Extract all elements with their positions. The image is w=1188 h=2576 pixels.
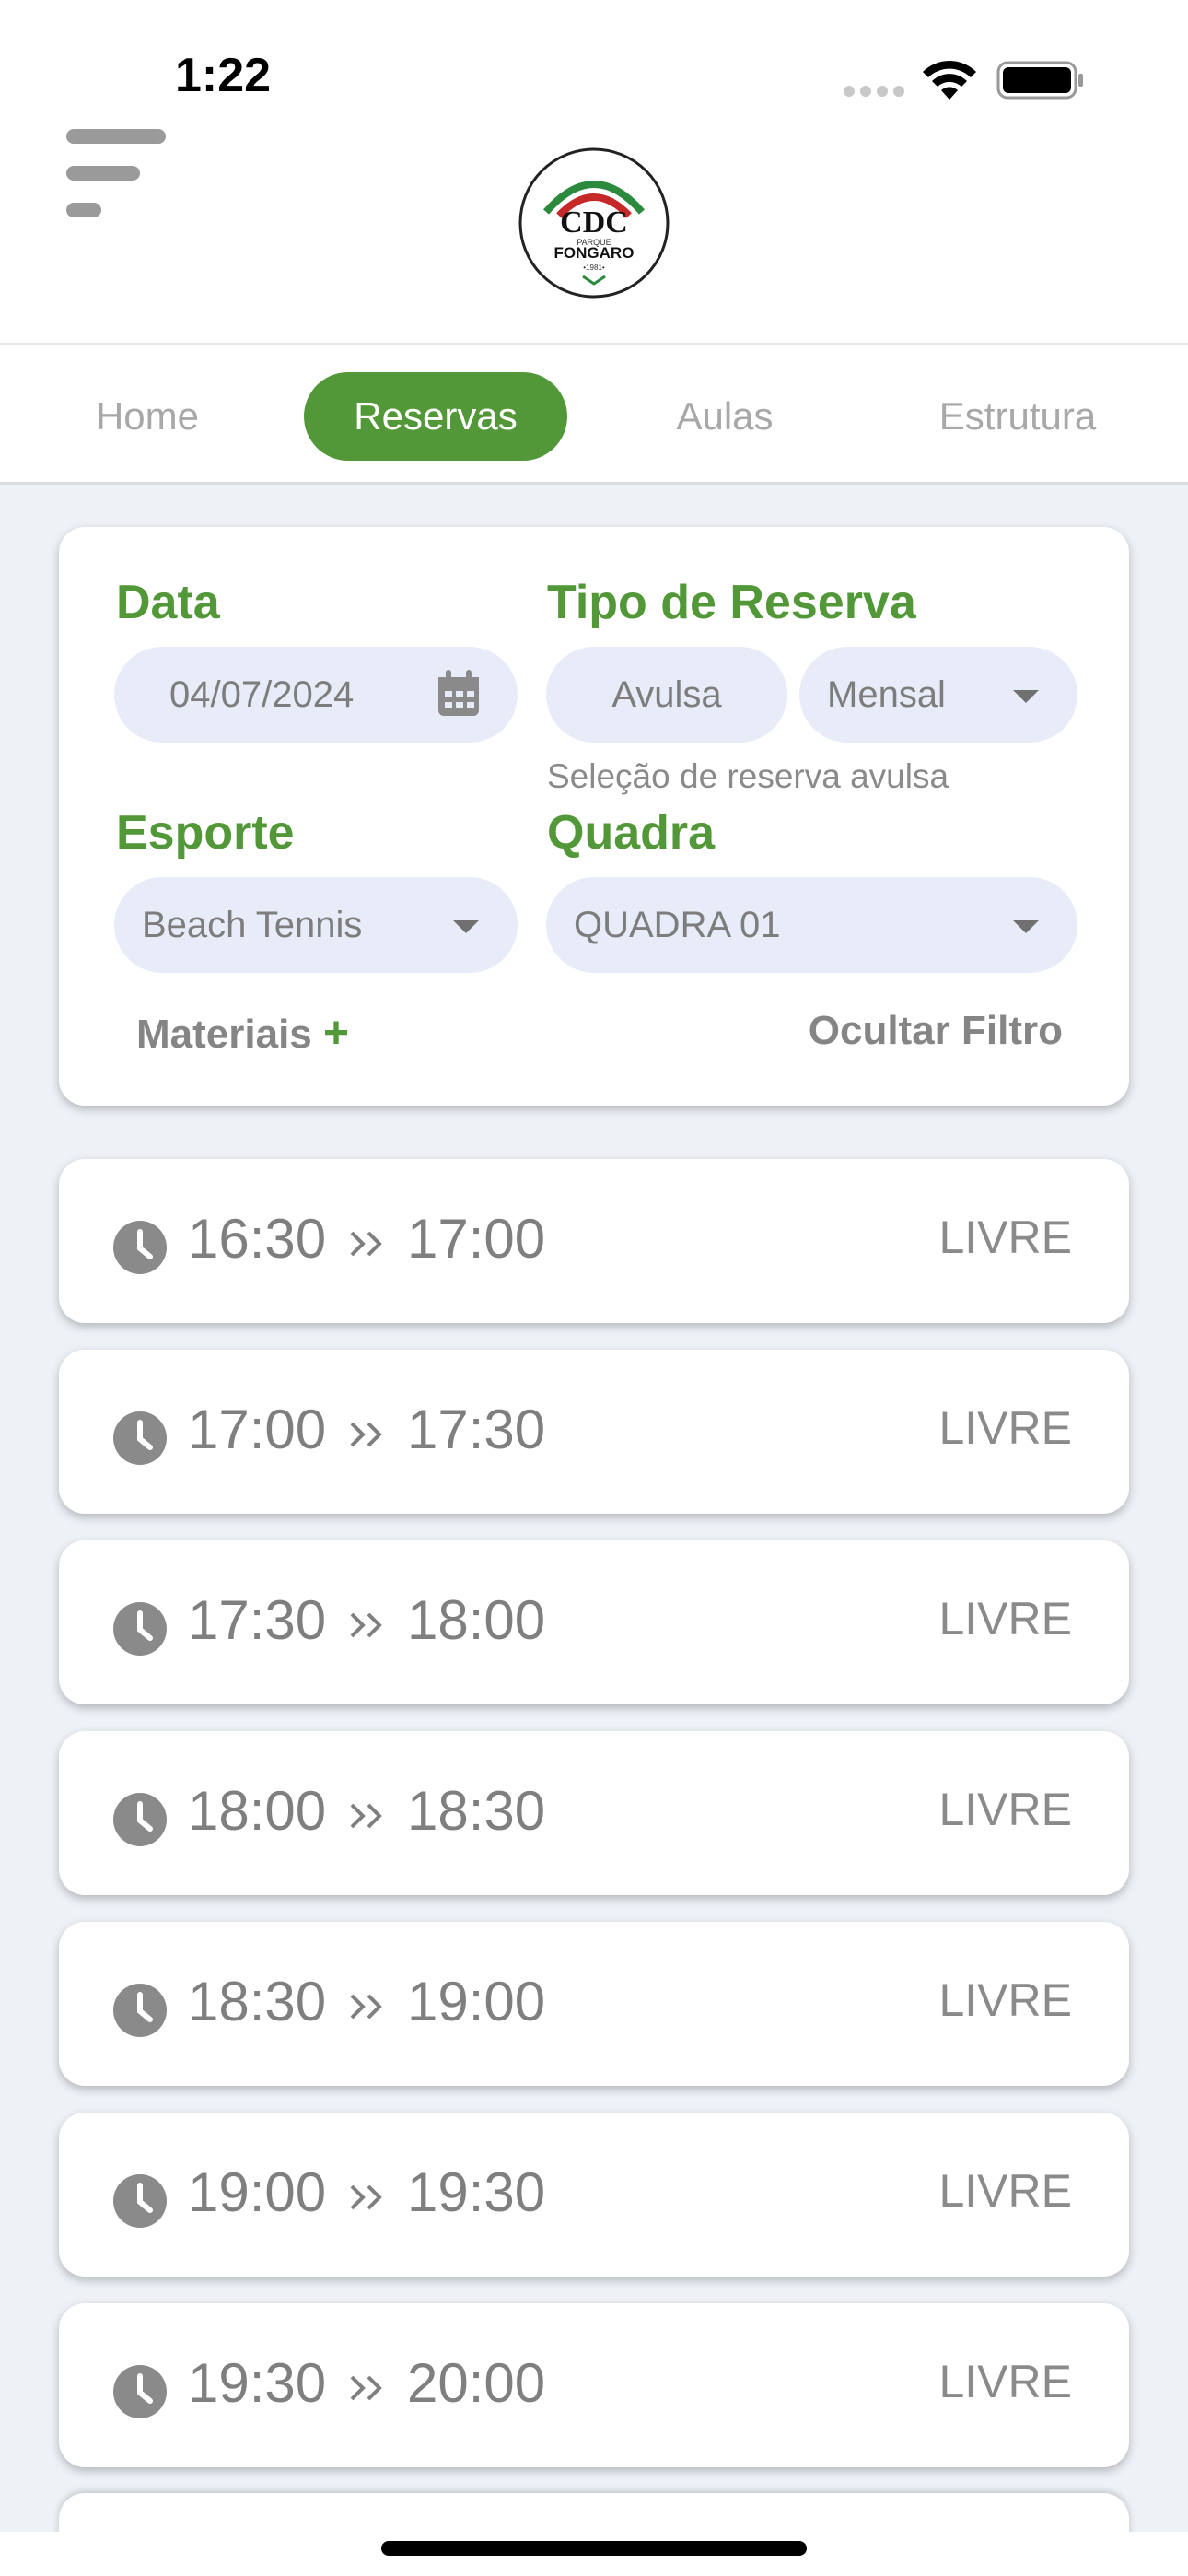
double-chevron-right-icon [350,1803,382,1829]
plus-icon: + [323,1009,350,1058]
date-label: Data [116,576,220,629]
court-value: QUADRA 01 [574,904,781,945]
date-value: 04/07/2024 [169,673,355,715]
slot-end-time: 19:30 [407,2161,546,2223]
clock-icon [113,1984,167,2037]
time-slot-card[interactable]: 17:00 17:30 LIVRE [59,1350,1129,1514]
slot-start-time: 17:00 [188,1399,327,1460]
type-avulsa-button[interactable]: Avulsa [546,647,787,743]
materials-button[interactable]: Materiais + [136,1008,349,1059]
slot-status: LIVRE [938,2165,1072,2217]
type-mensal-select[interactable]: Mensal [799,647,1077,743]
slot-start-time: 18:00 [188,1780,327,1842]
slot-status: LIVRE [938,1402,1072,1454]
slot-end-time: 20:00 [407,2352,546,2414]
calendar-icon [438,670,479,716]
hide-filter-button[interactable]: Ocultar Filtro [809,1008,1063,1054]
slot-start-time: 17:30 [188,1589,327,1651]
tab-home[interactable]: Home [64,372,230,461]
court-select[interactable]: QUADRA 01 [546,877,1077,973]
slot-status: LIVRE [938,2356,1072,2407]
tab-bar: Home Reservas Aulas Estrutura [0,345,1188,485]
clock-icon [113,1221,167,1274]
double-chevron-right-icon [350,1231,382,1257]
slot-end-time: 18:30 [407,1780,546,1842]
tab-reservas[interactable]: Reservas [304,372,567,461]
double-chevron-right-icon [350,1612,382,1638]
status-bar: 1:22 [0,0,1188,138]
double-chevron-right-icon [350,2184,382,2210]
clock-icon [113,1793,167,1846]
date-picker[interactable]: 04/07/2024 [114,647,518,743]
chevron-down-icon [1013,690,1039,703]
slot-status: LIVRE [938,1212,1072,1263]
double-chevron-right-icon [350,2375,382,2401]
type-avulsa-label: Avulsa [611,673,722,715]
court-label: Quadra [547,806,716,860]
filter-card: Data 04/07/2024 Tipo de Reserva Avulsa M… [59,527,1129,1106]
type-mensal-label: Mensal [827,673,946,715]
slot-start-time: 19:30 [188,2352,327,2414]
double-chevron-right-icon [350,1422,382,1447]
tab-estrutura[interactable]: Estrutura [912,372,1124,461]
sport-label: Esporte [116,806,295,860]
slot-end-time: 19:00 [407,1971,546,2032]
sport-value: Beach Tennis [142,904,363,945]
club-logo: CDC PARQUE FONGARO •1981• [518,147,670,299]
sport-select[interactable]: Beach Tennis [114,877,518,973]
slot-end-time: 17:30 [407,1399,546,1460]
cellular-signal-icon [844,86,904,97]
slot-status: LIVRE [938,1784,1072,1835]
wifi-icon [923,60,976,100]
menu-icon[interactable] [66,129,168,217]
chevron-down-icon [453,920,479,933]
time-slot-card[interactable]: 19:00 19:30 LIVRE [59,2113,1129,2277]
materials-label: Materiais [136,1012,312,1057]
clock-icon [113,1411,167,1465]
slot-status: LIVRE [938,1593,1072,1645]
slot-start-time: 19:00 [188,2161,327,2223]
status-time: 1:22 [175,49,272,102]
slot-status: LIVRE [938,1974,1072,2026]
time-slot-card[interactable]: 16:30 17:00 LIVRE [59,1159,1129,1323]
clock-icon [113,2365,167,2418]
slot-end-time: 18:00 [407,1589,546,1651]
clock-icon [113,2174,167,2228]
double-chevron-right-icon [350,1994,382,2020]
svg-text:CDC: CDC [560,205,628,240]
reservation-type-hint: Seleção de reserva avulsa [547,757,949,795]
slot-start-time: 16:30 [188,1208,327,1270]
logo-text: FONGARO [554,244,635,262]
slot-end-time: 17:00 [407,1208,546,1270]
time-slot-card[interactable]: 18:30 19:00 LIVRE [59,1922,1129,2086]
time-slot-card[interactable]: 19:30 20:00 LIVRE [59,2303,1129,2467]
logo-year: •1981• [583,263,605,272]
battery-icon [996,61,1083,100]
slot-start-time: 18:30 [188,1971,327,2032]
reservation-type-label: Tipo de Reserva [547,576,916,629]
clock-icon [113,1602,167,1656]
time-slot-card[interactable]: 18:00 18:30 LIVRE [59,1731,1129,1895]
tab-aulas[interactable]: Aulas [645,372,805,461]
home-indicator[interactable] [381,2541,807,2556]
time-slot-card[interactable]: 17:30 18:00 LIVRE [59,1540,1129,1704]
chevron-down-icon [1013,920,1039,933]
